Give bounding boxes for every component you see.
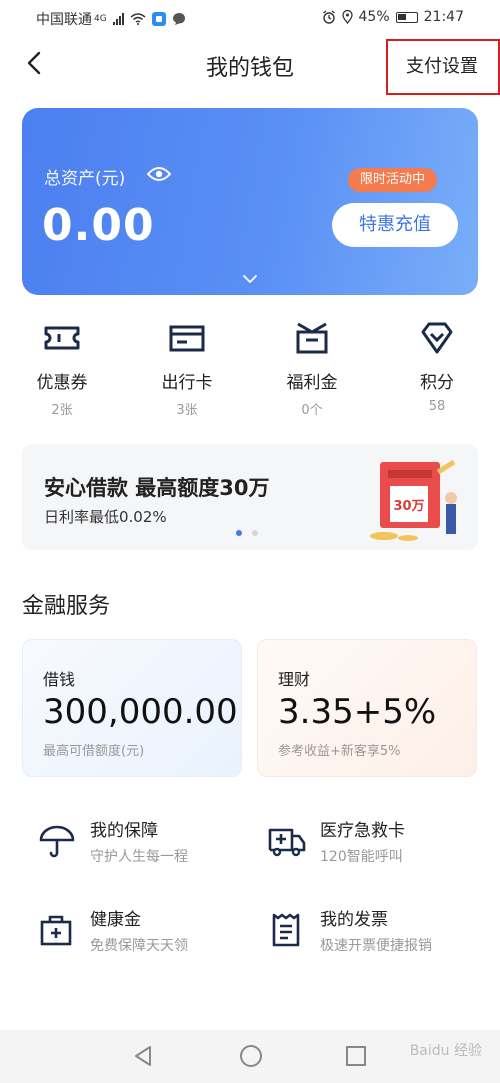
carousel-dot	[252, 530, 258, 536]
ambulance-icon	[268, 828, 306, 857]
baidu-watermark: Baidu 经验	[409, 1043, 482, 1059]
app-notification-icon	[151, 12, 166, 26]
quick-item-count: 58	[428, 399, 446, 414]
system-nav-bar: Baidu 经验	[0, 1030, 500, 1083]
recharge-button[interactable]: 特惠充值	[332, 203, 458, 247]
loan-banner-subtitle: 日利率最低0.02%	[44, 508, 167, 526]
battery-percent: 45%	[358, 9, 390, 25]
nav-header: 我的钱包 支付设置	[0, 34, 500, 95]
eye-icon[interactable]	[146, 165, 172, 183]
location-icon	[341, 10, 353, 24]
total-asset-card[interactable]: 总资产(元) 0.00 限时活动中 特惠充值	[22, 108, 478, 295]
service-my-invoice[interactable]: 我的发票 极速开票便捷报销	[268, 903, 498, 959]
quick-item-coupon[interactable]: 优惠券 2张	[12, 320, 112, 418]
total-asset-value: 0.00	[42, 200, 155, 251]
wifi-icon	[130, 13, 146, 25]
system-recent-apps-icon[interactable]	[345, 1045, 367, 1067]
quick-item-count: 2张	[51, 403, 73, 418]
carousel-dot-active	[236, 530, 242, 536]
status-left: 中国联通 4G	[36, 9, 186, 29]
borrow-value: 300,000.00	[43, 692, 238, 732]
diamond-icon	[421, 322, 453, 354]
pay-settings-highlight-box	[386, 39, 500, 95]
service-subtitle: 120智能呼叫	[320, 849, 403, 865]
wealth-value: 3.35+5%	[278, 692, 437, 732]
service-title: 医疗急救卡	[320, 821, 405, 841]
service-title: 我的发票	[320, 910, 388, 930]
service-title: 健康金	[90, 910, 141, 930]
quick-item-label: 出行卡	[161, 373, 213, 393]
atm-illustration-icon: 30万	[370, 459, 457, 541]
service-subtitle: 免费保障天天领	[90, 938, 188, 954]
quick-item-label: 福利金	[286, 373, 338, 393]
invoice-icon	[272, 913, 300, 947]
umbrella-icon	[39, 825, 75, 858]
quick-item-travel-card[interactable]: 出行卡 3张	[137, 320, 237, 418]
quick-item-points[interactable]: 积分 58	[387, 320, 487, 414]
promo-tag: 限时活动中	[348, 168, 438, 192]
coupon-icon	[44, 326, 80, 350]
medical-kit-icon	[40, 915, 72, 946]
wealth-label: 理财	[278, 670, 311, 689]
total-asset-label: 总资产(元)	[44, 169, 126, 189]
service-subtitle: 极速开票便捷报销	[320, 938, 432, 954]
service-title: 我的保障	[90, 821, 158, 841]
borrow-label: 借钱	[43, 670, 76, 689]
card-icon	[169, 325, 205, 352]
system-back-icon[interactable]	[132, 1044, 154, 1068]
chevron-down-icon[interactable]	[242, 274, 258, 284]
signal-icon	[112, 13, 124, 25]
loan-banner[interactable]: 安心借款 最高额度30万 日利率最低0.02% 30万	[22, 444, 478, 550]
quick-item-label: 优惠券	[36, 373, 88, 393]
network-type: 4G	[94, 14, 107, 24]
loan-banner-title: 安心借款 最高额度30万	[44, 476, 270, 500]
gift-box-icon	[296, 322, 328, 354]
quick-item-label: 积分	[420, 373, 454, 393]
quick-item-welfare[interactable]: 福利金 0个	[262, 320, 362, 418]
carousel-dots	[236, 530, 258, 536]
system-home-icon[interactable]	[239, 1044, 263, 1068]
service-subtitle: 守护人生每一程	[90, 849, 188, 865]
service-my-protection[interactable]: 我的保障 守护人生每一程	[38, 814, 268, 870]
status-right: 45% 21:47	[322, 9, 464, 25]
alarm-icon	[322, 10, 335, 24]
status-bar: 中国联通 4G 45% 21:47	[0, 0, 500, 34]
borrow-note: 最高可借额度(元)	[43, 744, 145, 759]
quick-actions: 优惠券 2张 出行卡 3张 福利金 0个 积分 58	[0, 320, 500, 430]
borrow-card[interactable]: 借钱 300,000.00 最高可借额度(元)	[22, 639, 242, 777]
service-health-fund[interactable]: 健康金 免费保障天天领	[38, 903, 268, 959]
finance-section-title: 金融服务	[22, 594, 111, 619]
clock: 21:47	[423, 9, 464, 25]
battery-icon	[395, 11, 418, 23]
wealth-card[interactable]: 理财 3.35+5% 参考收益+新客享5%	[257, 639, 477, 777]
quick-item-count: 0个	[301, 403, 323, 418]
atm-illustration-text: 30万	[393, 499, 424, 514]
service-medical-card[interactable]: 医疗急救卡 120智能呼叫	[268, 814, 498, 870]
message-icon	[172, 13, 185, 25]
wealth-note: 参考收益+新客享5%	[278, 744, 401, 759]
carrier-name: 中国联通	[36, 12, 92, 28]
quick-item-count: 3张	[176, 403, 198, 418]
